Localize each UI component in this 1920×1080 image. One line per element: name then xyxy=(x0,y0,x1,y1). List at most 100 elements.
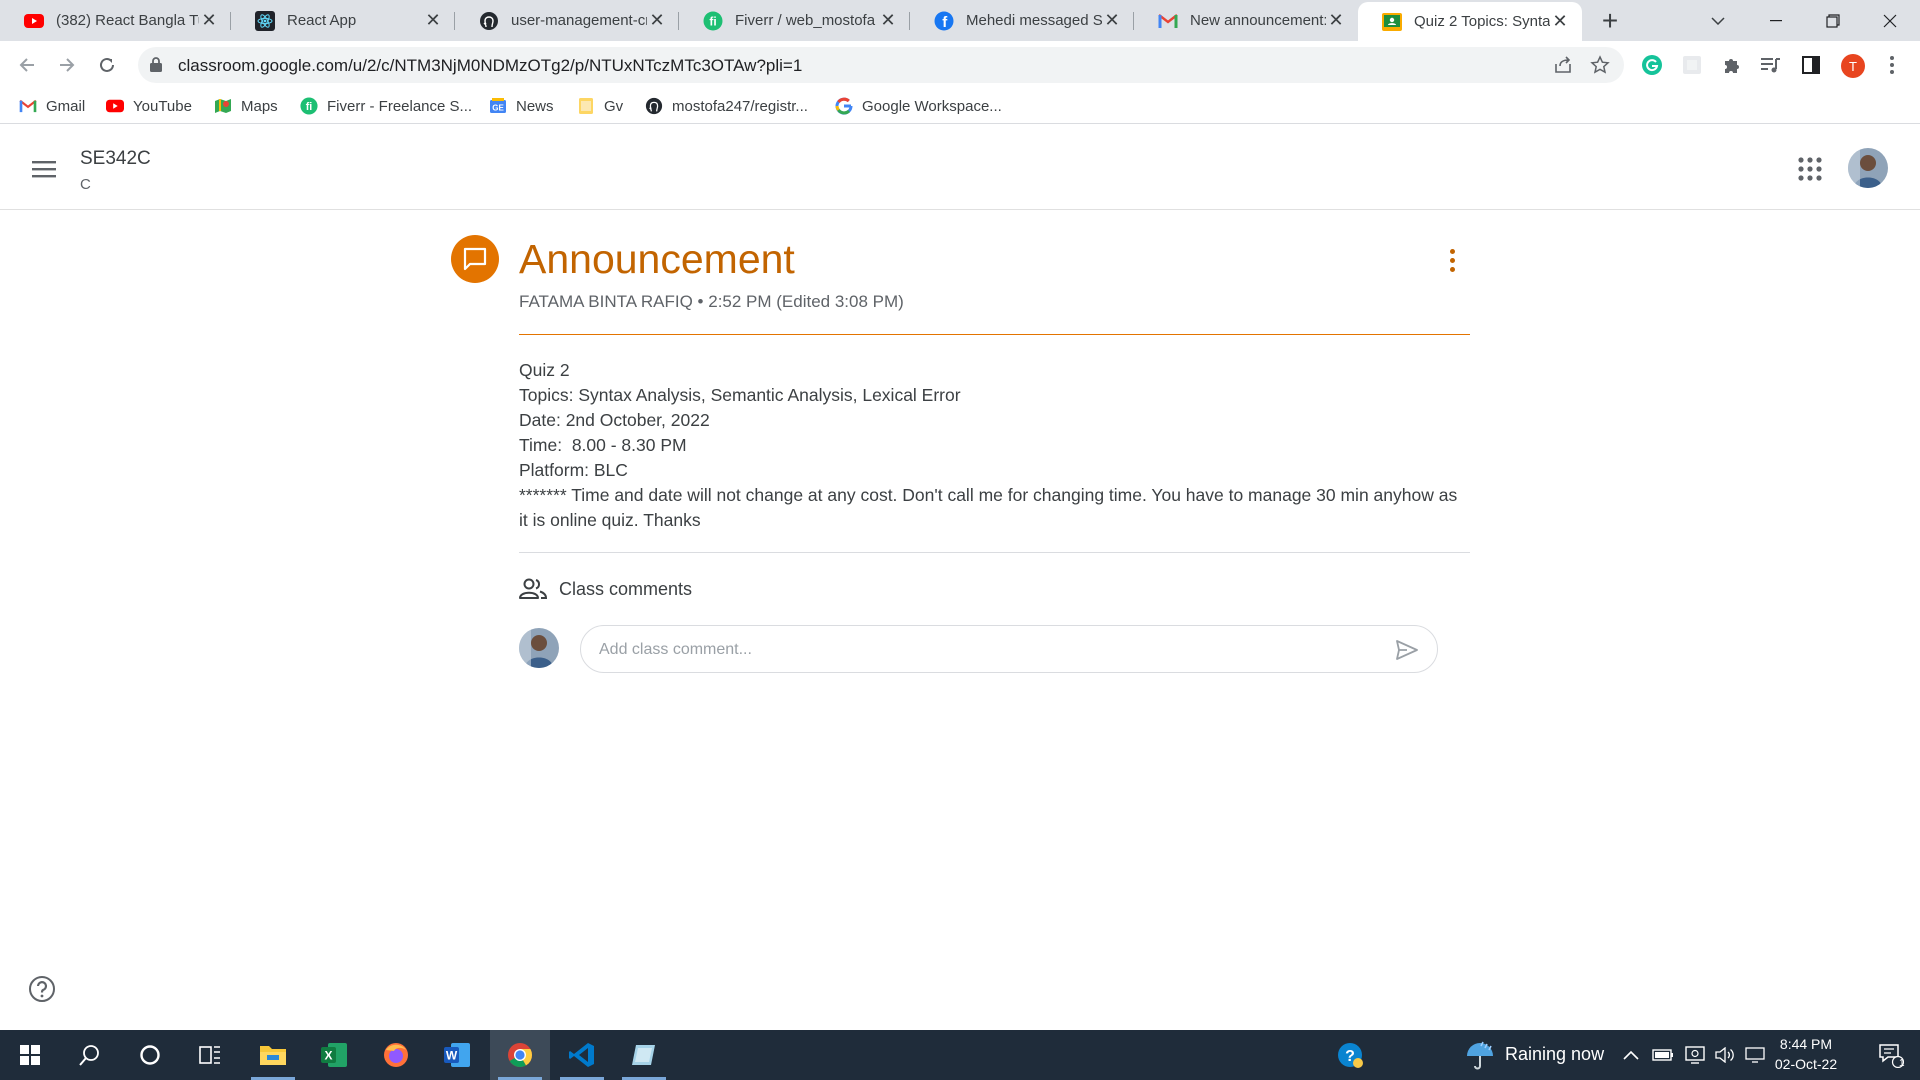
bookmark-label: News xyxy=(516,97,554,115)
tab-search-button[interactable] xyxy=(1690,0,1746,41)
youtube-icon xyxy=(106,97,124,115)
body-line: ******* Time and date will not change at… xyxy=(519,485,1463,530)
news-icon: GE xyxy=(489,97,507,115)
class-section: C xyxy=(80,176,91,193)
tab-title: Quiz 2 Topics: Syntax xyxy=(1414,13,1550,30)
firefox-icon[interactable] xyxy=(366,1030,426,1080)
bookmark-google-workspace[interactable]: Google Workspace... xyxy=(835,94,1002,118)
restore-button[interactable] xyxy=(1805,0,1861,41)
bookmark-label: Google Workspace... xyxy=(862,97,1002,115)
classroom-header: SE342C C xyxy=(0,124,1920,210)
bookmark-news[interactable]: GE News xyxy=(489,94,554,118)
more-options-button[interactable] xyxy=(1440,245,1464,275)
reload-button[interactable] xyxy=(91,49,123,81)
help-assistant-icon[interactable]: ? xyxy=(1320,1030,1380,1080)
show-hidden-icons-chevron-up-icon[interactable] xyxy=(1616,1030,1646,1080)
profile-avatar[interactable]: T xyxy=(1841,54,1865,78)
bookmark-maps[interactable]: Maps xyxy=(214,94,278,118)
network-icon[interactable] xyxy=(1680,1030,1710,1080)
bookmark-label: Gmail xyxy=(46,97,86,115)
tab-github[interactable]: user-management-cru ✕ xyxy=(455,0,679,41)
hamburger-icon xyxy=(32,161,56,178)
close-icon[interactable]: ✕ xyxy=(199,10,219,31)
comment-box[interactable] xyxy=(580,625,1438,673)
close-icon[interactable]: ✕ xyxy=(1102,10,1122,31)
address-bar[interactable]: classroom.google.com/u/2/c/NTM3NjM0NDMzO… xyxy=(138,47,1624,83)
weather-status[interactable]: Raining now xyxy=(1505,1044,1604,1065)
close-icon[interactable]: ✕ xyxy=(1550,11,1570,32)
tab-gmail[interactable]: New announcement: ✕ xyxy=(1134,0,1358,41)
close-icon[interactable]: ✕ xyxy=(647,10,667,31)
facebook-icon: f xyxy=(934,11,954,31)
file-explorer-icon[interactable] xyxy=(243,1030,303,1080)
back-button[interactable] xyxy=(11,49,43,81)
svg-text:fi: fi xyxy=(709,14,716,28)
youtube-icon xyxy=(24,11,44,31)
share-icon[interactable] xyxy=(1553,55,1573,75)
close-icon[interactable]: ✕ xyxy=(423,10,443,31)
vscode-icon[interactable] xyxy=(552,1030,612,1080)
meta-dot: • xyxy=(697,292,709,311)
send-icon[interactable] xyxy=(1393,636,1421,664)
lock-icon[interactable] xyxy=(150,57,162,77)
bookmark-gmail[interactable]: Gmail xyxy=(19,94,85,118)
url-text[interactable]: classroom.google.com/u/2/c/NTM3NjM0NDMzO… xyxy=(178,56,802,76)
gmail-icon xyxy=(19,97,37,115)
chrome-icon[interactable] xyxy=(490,1030,550,1080)
close-icon[interactable]: ✕ xyxy=(878,10,898,31)
bookmark-youtube[interactable]: YouTube xyxy=(106,94,192,118)
announcement-body: Quiz 2 Topics: Syntax Analysis, Semantic… xyxy=(519,358,1470,533)
main-menu-button[interactable] xyxy=(26,151,62,187)
bookmark-gv[interactable]: Gv xyxy=(577,94,623,118)
windows-taskbar: X W ? Raining now 1 xyxy=(0,1030,1920,1080)
comment-input[interactable] xyxy=(599,638,1359,662)
close-window-button[interactable] xyxy=(1862,0,1918,41)
tab-classroom-active[interactable]: Quiz 2 Topics: Syntax ✕ xyxy=(1358,2,1582,41)
notifications-button[interactable]: 1 xyxy=(1862,1030,1920,1080)
google-apps-icon[interactable] xyxy=(1796,155,1824,183)
close-icon[interactable]: ✕ xyxy=(1326,10,1346,31)
body-line: Date: 2nd October, 2022 xyxy=(519,410,710,430)
bookmark-github[interactable]: mostofa247/registr... xyxy=(645,94,808,118)
snipping-tool-icon[interactable] xyxy=(614,1030,674,1080)
announcement-title: Announcement xyxy=(519,236,795,282)
bookmark-fiverr[interactable]: fi Fiverr - Freelance S... xyxy=(300,94,472,118)
start-button[interactable] xyxy=(0,1030,60,1080)
grammarly-icon[interactable] xyxy=(1640,53,1664,77)
search-icon[interactable] xyxy=(60,1030,120,1080)
body-divider xyxy=(519,552,1470,553)
class-name[interactable]: SE342C xyxy=(80,148,151,170)
volume-icon[interactable] xyxy=(1710,1030,1740,1080)
extensions-puzzle-icon[interactable] xyxy=(1720,53,1744,77)
word-icon[interactable]: W xyxy=(427,1030,487,1080)
help-icon[interactable] xyxy=(28,975,56,1003)
bookmark-star-icon[interactable] xyxy=(1590,55,1610,75)
account-avatar[interactable] xyxy=(1848,148,1888,188)
battery-icon[interactable] xyxy=(1648,1030,1678,1080)
tab-title: user-management-cru xyxy=(511,12,647,29)
weather-icon[interactable] xyxy=(1450,1030,1510,1080)
author-name: FATAMA BINTA RAFIQ xyxy=(519,292,693,311)
side-panel-icon[interactable] xyxy=(1799,53,1823,77)
folder-icon xyxy=(577,97,595,115)
forward-button[interactable] xyxy=(51,49,83,81)
tab-fiverr[interactable]: fi Fiverr / web_mostofa ✕ xyxy=(679,0,910,41)
cortana-icon[interactable] xyxy=(120,1030,180,1080)
tab-react-app[interactable]: React App ✕ xyxy=(231,0,455,41)
bookmark-label: Maps xyxy=(241,97,278,115)
body-line: Quiz 2 xyxy=(519,360,570,380)
tab-youtube[interactable]: (382) React Bangla Tu ✕ xyxy=(0,0,231,41)
excel-icon[interactable]: X xyxy=(304,1030,364,1080)
tab-title: Mehedi messaged SW xyxy=(966,12,1102,29)
new-tab-button[interactable]: + xyxy=(1595,5,1625,36)
task-view-icon[interactable] xyxy=(180,1030,240,1080)
chrome-menu-icon[interactable] xyxy=(1880,53,1904,77)
post-time: 2:52 PM (Edited 3:08 PM) xyxy=(708,292,904,311)
body-line: Time: 8.00 - 8.30 PM xyxy=(519,435,687,455)
maps-icon xyxy=(214,97,232,115)
extension-placeholder-icon[interactable] xyxy=(1680,53,1704,77)
tab-facebook[interactable]: f Mehedi messaged SW ✕ xyxy=(910,0,1134,41)
minimize-button[interactable] xyxy=(1748,0,1804,41)
media-queue-icon[interactable] xyxy=(1759,53,1783,77)
taskbar-clock[interactable]: 8:44 PM 02-Oct-22 xyxy=(1766,1034,1846,1074)
